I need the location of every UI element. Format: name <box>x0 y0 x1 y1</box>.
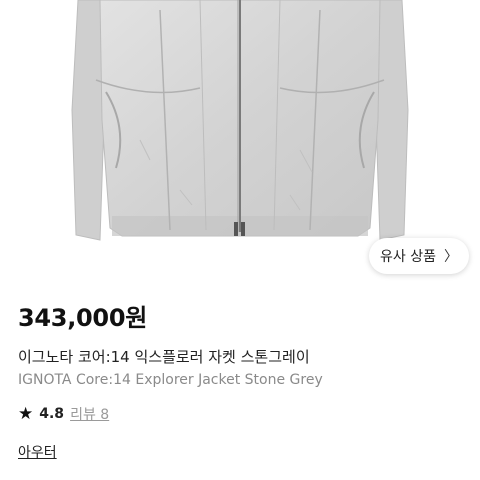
rating-score: 4.8 <box>39 406 65 422</box>
rating-row: ★ 4.8 리뷰 8 <box>18 404 109 424</box>
product-title-english: IGNOTA Core:14 Explorer Jacket Stone Gre… <box>18 372 323 388</box>
star-icon: ★ <box>18 403 34 424</box>
product-price: 343,000원 <box>18 304 147 332</box>
product-title-korean: 이그노타 코어:14 익스플로러 자켓 스톤그레이 <box>18 348 310 366</box>
product-image[interactable]: 유사 상품 〉 <box>0 0 480 286</box>
similar-products-button[interactable]: 유사 상품 〉 <box>369 238 469 274</box>
reviews-link[interactable]: 리뷰 8 <box>70 404 109 424</box>
chevron-right-icon: 〉 <box>443 249 458 265</box>
category-link[interactable]: 아우터 <box>18 442 57 462</box>
similar-products-label: 유사 상품 <box>380 249 436 265</box>
